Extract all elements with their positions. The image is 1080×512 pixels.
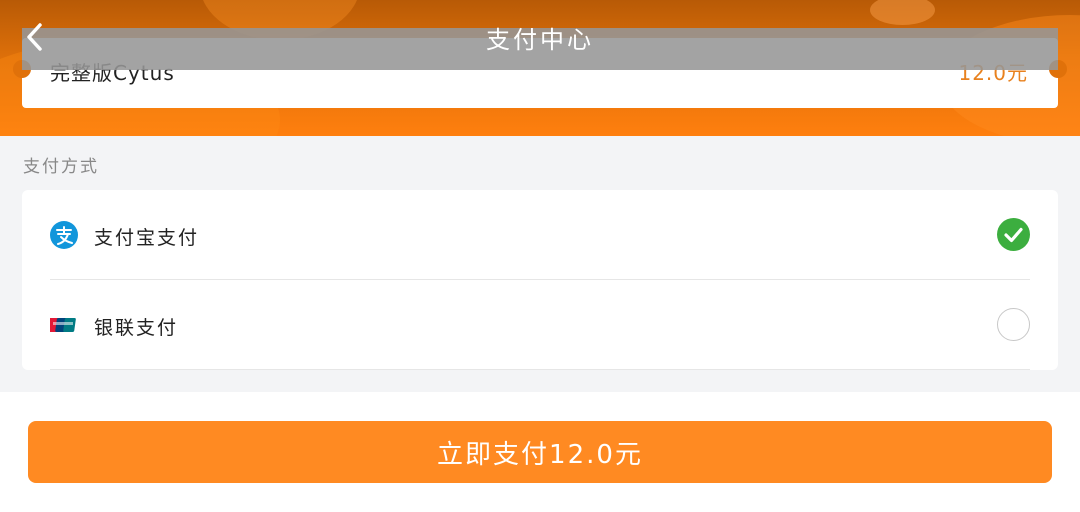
payment-section-label: 支付方式 bbox=[23, 157, 99, 177]
payment-method-label: 支付宝支付 bbox=[94, 227, 200, 249]
payment-method-alipay[interactable]: 支付宝支付 bbox=[22, 190, 1058, 280]
unionpay-icon bbox=[50, 318, 76, 332]
payment-methods-card: 支付宝支付 银联支付 bbox=[22, 190, 1058, 370]
radio-empty-icon[interactable] bbox=[997, 308, 1030, 341]
payment-method-label: 银联支付 bbox=[94, 317, 179, 339]
check-icon bbox=[1004, 227, 1023, 243]
page-title: 支付中心 bbox=[486, 26, 594, 54]
payment-method-unionpay[interactable]: 银联支付 bbox=[22, 280, 1058, 370]
divider bbox=[50, 369, 1030, 370]
alipay-icon bbox=[50, 221, 78, 249]
selected-radio[interactable] bbox=[997, 218, 1030, 251]
pay-now-button[interactable]: 立即支付12.0元 bbox=[28, 421, 1052, 483]
